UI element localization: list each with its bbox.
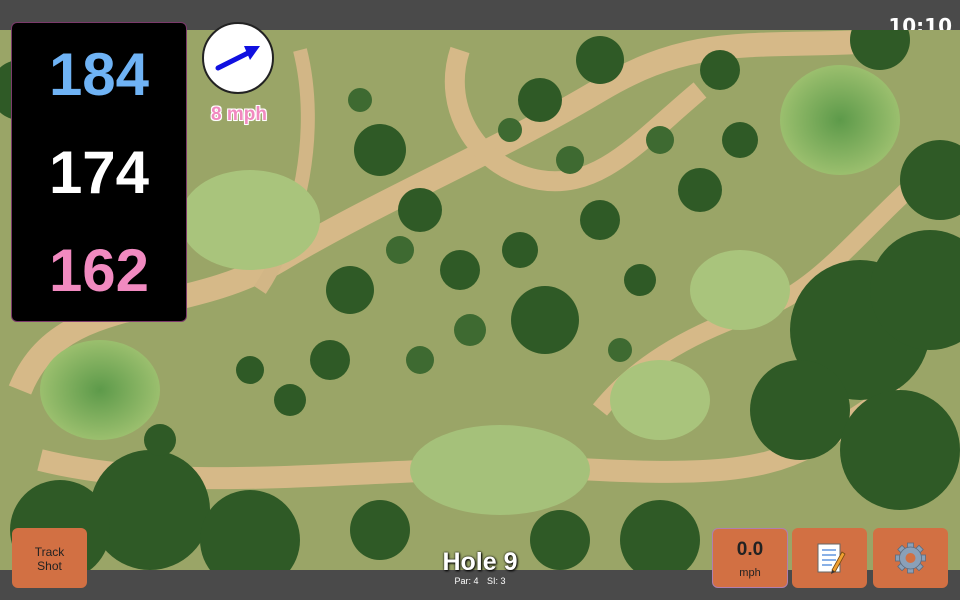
distance-front: 162 <box>48 237 150 304</box>
wind-speed-label: 8 mph <box>211 104 267 125</box>
track-shot-label-line2: Shot <box>37 559 62 573</box>
distance-panel: 184 174 162 <box>11 22 187 322</box>
speed-unit: mph <box>739 567 761 579</box>
speed-button[interactable]: 0.0 mph <box>712 528 788 588</box>
hole-title: Hole 9 <box>442 548 518 576</box>
hole-meta: Par: 4 SI: 3 <box>400 576 560 586</box>
hole-par: Par: 4 <box>454 576 479 586</box>
speed-value: 0.0 <box>736 539 764 560</box>
track-shot-label-line1: Track <box>34 545 65 559</box>
hole-stroke-index: SI: 3 <box>487 576 506 586</box>
settings-button[interactable] <box>873 528 948 588</box>
wind-direction-dial <box>202 22 274 94</box>
distance-middle: 174 <box>48 139 150 206</box>
gear-icon <box>895 542 926 574</box>
notes-button[interactable] <box>792 528 867 588</box>
arrow-icon <box>215 46 260 71</box>
track-shot-button[interactable]: Track Shot <box>12 528 87 588</box>
distance-back: 184 <box>48 41 150 108</box>
notepad-icon <box>817 543 846 574</box>
